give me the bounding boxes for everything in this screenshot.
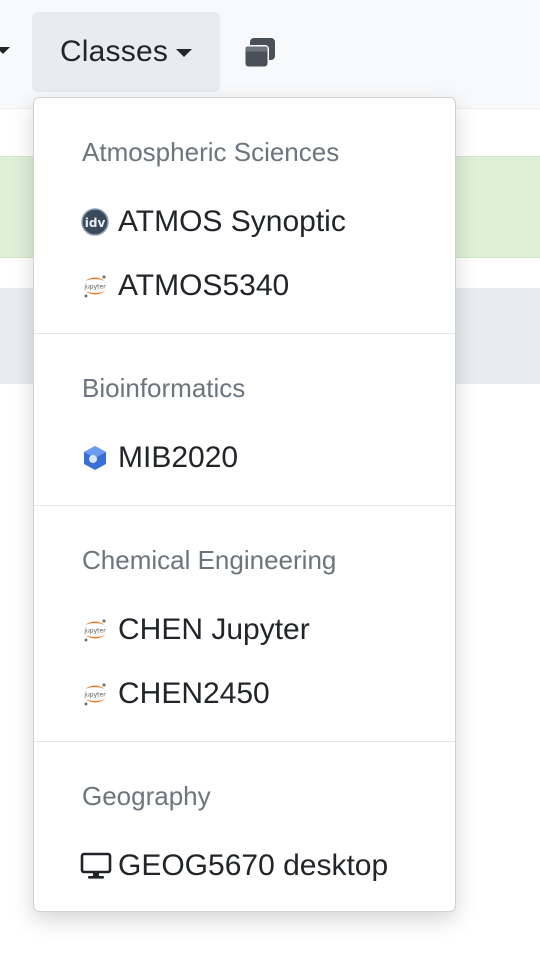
hexagon-app-icon: [81, 444, 109, 472]
menu-item-atmos5340[interactable]: jupyter ATMOS5340: [34, 258, 455, 314]
menu-divider: [34, 741, 455, 742]
menu-divider: [34, 333, 455, 334]
menu-item-label: MIB2020: [118, 441, 239, 474]
classes-dropdown-toggle[interactable]: Classes: [32, 12, 220, 92]
svg-text:jupyter: jupyter: [83, 692, 106, 699]
menu-item-mib2020[interactable]: MIB2020: [34, 430, 455, 486]
classes-dropdown-menu: Atmospheric Sciences idv ATMOS Synoptic …: [33, 97, 456, 912]
jupyter-icon: jupyter: [81, 272, 109, 300]
menu-item-chen2450[interactable]: jupyter CHEN2450: [34, 666, 455, 722]
page: Classes Atmospheric Sciences idv ATMOS S…: [0, 0, 540, 966]
section-header-bioinformatics: Bioinformatics: [82, 373, 246, 403]
jupyter-icon: jupyter: [81, 616, 109, 644]
desktop-icon: [80, 852, 112, 880]
menu-item-label: ATMOS Synoptic: [118, 205, 346, 238]
section-header-chemical-engineering: Chemical Engineering: [82, 545, 337, 575]
windows-icon[interactable]: [240, 34, 280, 74]
menu-divider: [34, 505, 455, 506]
menu-item-label: CHEN2450: [118, 677, 270, 710]
svg-text:jupyter: jupyter: [83, 628, 106, 635]
classes-label: Classes: [59, 35, 169, 68]
section-header-atmospheric-sciences: Atmospheric Sciences: [82, 137, 340, 167]
caret-down-icon: [176, 49, 193, 57]
prev-menu-caret-icon[interactable]: [0, 47, 10, 54]
menu-item-chen-jupyter[interactable]: jupyter CHEN Jupyter: [34, 602, 455, 658]
section-header-geography: Geography: [82, 781, 211, 811]
menu-item-label: GEOG5670 desktop: [118, 849, 389, 882]
menu-item-label: CHEN Jupyter: [118, 613, 310, 646]
menu-item-geog5670-desktop[interactable]: GEOG5670 desktop: [34, 838, 455, 894]
menu-item-label: ATMOS5340: [118, 269, 290, 302]
svg-text:jupyter: jupyter: [83, 284, 106, 291]
navbar: Classes: [0, 0, 540, 109]
menu-item-atmos-synoptic[interactable]: idv ATMOS Synoptic: [34, 194, 455, 250]
idv-icon: idv: [81, 208, 109, 236]
svg-text:idv: idv: [85, 216, 106, 230]
jupyter-icon: jupyter: [81, 680, 109, 708]
